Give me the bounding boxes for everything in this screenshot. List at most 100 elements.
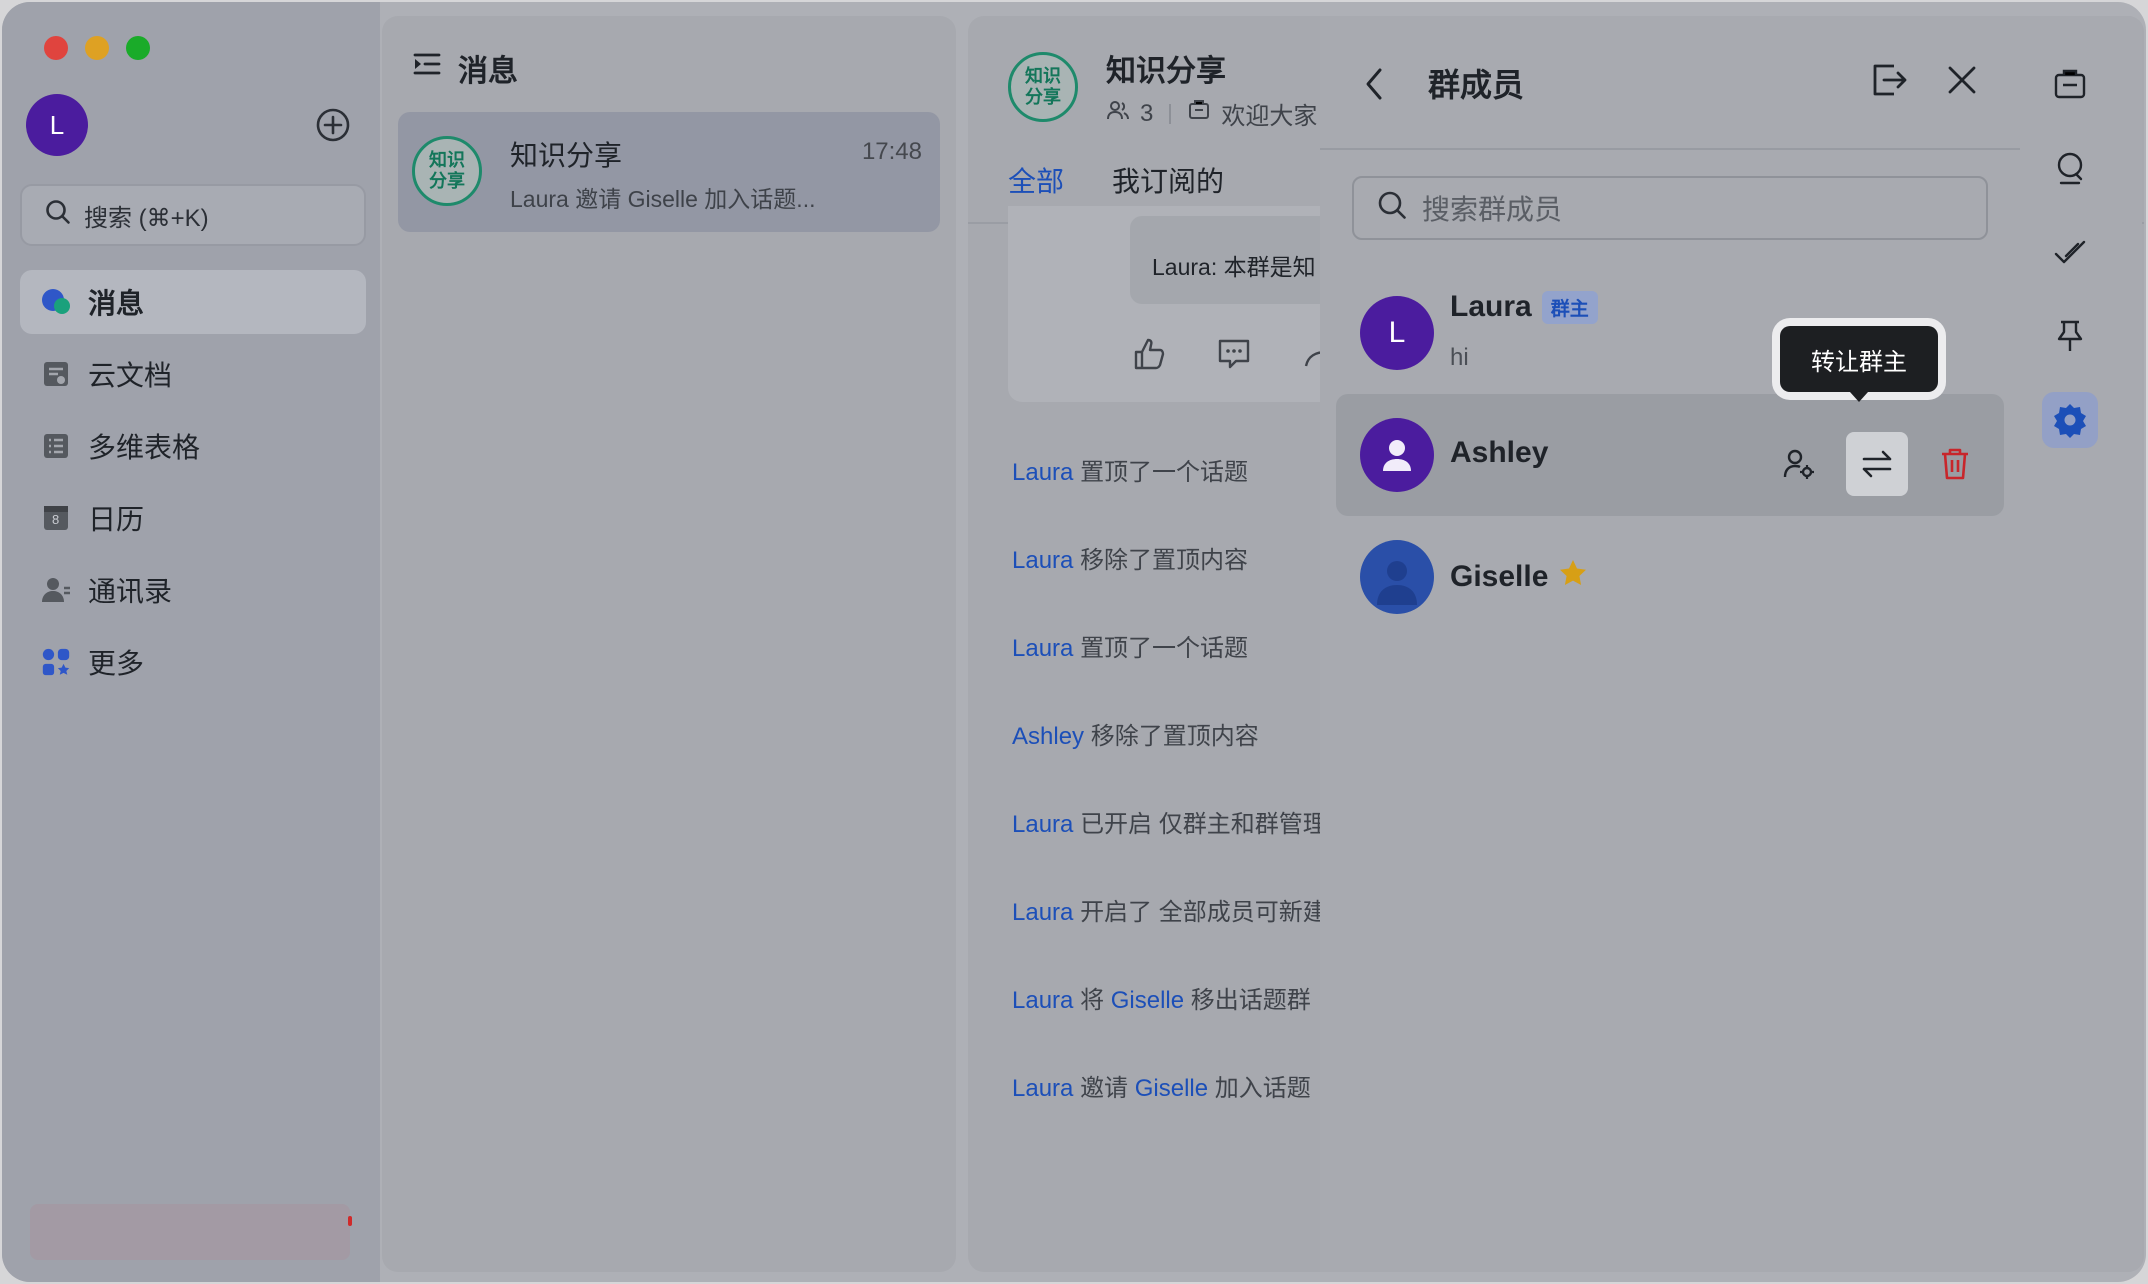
contacts-icon bbox=[40, 574, 72, 606]
sidebar-item-base[interactable]: 多维表格 bbox=[20, 414, 366, 478]
panel-title: 群成员 bbox=[1428, 67, 1525, 103]
member-name: Giselle bbox=[1450, 560, 1549, 593]
event-item: Laura 邀请 Giselle 加入话题 bbox=[1012, 1075, 1311, 1102]
event-user-link[interactable]: Ashley bbox=[1012, 723, 1084, 750]
event-user-link[interactable]: Laura bbox=[1012, 635, 1073, 662]
messages-icon bbox=[40, 286, 72, 318]
member-row-ashley[interactable]: Ashley bbox=[1336, 394, 2004, 516]
pins-rail-button[interactable] bbox=[2042, 308, 2098, 364]
chat-group-avatar[interactable]: 知识 分享 bbox=[1008, 52, 1078, 122]
global-search-input[interactable]: 搜索 (⌘+K) bbox=[20, 184, 366, 246]
sidebar-item-label: 多维表格 bbox=[88, 432, 201, 463]
group-members-panel: 群成员 搜索群成员 L Laura 群主 hi Ashley Giselle 转… bbox=[1320, 16, 2142, 1272]
minimize-window-button[interactable] bbox=[85, 36, 109, 60]
thumbs-up-icon[interactable] bbox=[1132, 336, 1168, 377]
calendar-icon: 8 bbox=[40, 502, 72, 534]
members-icon bbox=[1106, 98, 1130, 129]
message-list-title: 消息 bbox=[458, 55, 518, 88]
delete-member-icon[interactable] bbox=[1930, 439, 1980, 489]
event-user-link[interactable]: Laura bbox=[1012, 899, 1073, 926]
member-name: Laura bbox=[1450, 290, 1532, 323]
avatar: L bbox=[1360, 296, 1434, 370]
search-chat-rail-button[interactable] bbox=[2042, 140, 2098, 196]
set-admin-icon[interactable] bbox=[1774, 439, 1824, 489]
member-row-giselle[interactable]: Giselle bbox=[1336, 516, 2004, 638]
transfer-owner-icon[interactable] bbox=[1846, 432, 1908, 496]
collapse-list-icon[interactable] bbox=[412, 49, 442, 87]
event-item: Laura 移除了置顶内容 bbox=[1012, 547, 1249, 574]
message-list-pane: 消息 知识 分享 知识分享 17:48 Laura 邀请 Giselle 加入话题… bbox=[382, 16, 956, 1272]
event-item: Laura 将 Giselle 移出话题群 bbox=[1012, 987, 1311, 1014]
right-tool-rail bbox=[2042, 56, 2106, 476]
sidebar-nav: 消息 云文档 多维表格 8 日历 通讯录 更多 bbox=[20, 270, 366, 702]
panel-divider bbox=[1320, 148, 2020, 150]
message-list-header: 消息 bbox=[412, 46, 518, 90]
settings-rail-button[interactable] bbox=[2042, 392, 2098, 448]
topic-actions bbox=[1132, 336, 1336, 377]
search-icon bbox=[44, 198, 72, 233]
pin-icon bbox=[2057, 320, 2083, 351]
meta-divider bbox=[1169, 103, 1172, 124]
sidebar-item-docs[interactable]: 云文档 bbox=[20, 342, 366, 406]
chat-item-name: 知识分享 bbox=[510, 140, 623, 171]
person-photo-icon bbox=[1377, 561, 1417, 605]
event-user-link[interactable]: Laura bbox=[1012, 459, 1073, 486]
avatar bbox=[1360, 540, 1434, 614]
announcement-rail-button[interactable] bbox=[2042, 56, 2098, 112]
sidebar-item-messages[interactable]: 消息 bbox=[20, 270, 366, 334]
gear-icon bbox=[2054, 404, 2086, 438]
event-item: Laura 开启了 全部成员可新建 bbox=[1012, 899, 1327, 926]
system-event-list: Laura 置顶了一个话题 Laura 移除了置顶内容 Laura 置顶了一个话… bbox=[1012, 452, 1327, 1156]
search-placeholder: 搜索 (⌘+K) bbox=[84, 204, 209, 232]
add-icon[interactable] bbox=[314, 106, 352, 144]
app-window: L 搜索 (⌘+K) 消息 云文档 多维表格 8 日历 通讯录 更多 消息 知识… bbox=[2, 2, 2146, 1282]
tasks-rail-button[interactable] bbox=[2042, 224, 2098, 280]
event-user-link[interactable]: Laura bbox=[1012, 1075, 1073, 1102]
sidebar-item-more[interactable]: 更多 bbox=[20, 630, 366, 694]
back-icon[interactable] bbox=[1360, 64, 1388, 109]
close-icon[interactable] bbox=[1944, 62, 1980, 103]
event-item: Laura 置顶了一个话题 bbox=[1012, 635, 1249, 662]
announcement-text[interactable]: 欢迎大家 bbox=[1221, 96, 1317, 131]
sidebar: L 搜索 (⌘+K) 消息 云文档 多维表格 8 日历 通讯录 更多 bbox=[2, 2, 380, 1282]
announcement-icon bbox=[1187, 98, 1211, 129]
search-icon bbox=[1376, 189, 1408, 228]
sidebar-item-label: 云文档 bbox=[88, 360, 173, 391]
member-name-row: Giselle bbox=[1450, 558, 1588, 596]
briefcase-icon bbox=[2054, 69, 2086, 99]
event-item: Laura 置顶了一个话题 bbox=[1012, 459, 1249, 486]
person-icon bbox=[1383, 440, 1411, 471]
event-user-link[interactable]: Laura bbox=[1012, 547, 1073, 574]
close-window-button[interactable] bbox=[44, 36, 68, 60]
owner-badge: 群主 bbox=[1541, 290, 1598, 324]
chat-pane: 知识 分享 知识分享 3 欢迎大家 全部 我订阅的 Laura: 本群是知 La… bbox=[968, 16, 2144, 1272]
search-icon bbox=[2057, 152, 2083, 185]
user-avatar[interactable]: L bbox=[26, 94, 88, 156]
event-target-link[interactable]: Giselle bbox=[1135, 1075, 1208, 1102]
exit-group-icon[interactable] bbox=[1868, 60, 1908, 105]
member-name-row: Laura 群主 bbox=[1450, 290, 1598, 324]
maximize-window-button[interactable] bbox=[126, 36, 150, 60]
sidebar-item-calendar[interactable]: 8 日历 bbox=[20, 486, 366, 550]
sidebar-item-label: 更多 bbox=[88, 648, 145, 679]
sidebar-item-label: 消息 bbox=[88, 288, 145, 319]
event-user-link[interactable]: Laura bbox=[1012, 811, 1073, 838]
member-search-input[interactable]: 搜索群成员 bbox=[1352, 176, 1988, 240]
chat-list-item[interactable]: 知识 分享 知识分享 17:48 Laura 邀请 Giselle 加入话题... bbox=[398, 112, 940, 232]
sidebar-item-label: 通讯录 bbox=[88, 576, 173, 607]
chat-item-preview: Laura 邀请 Giselle 加入话题... bbox=[510, 186, 816, 212]
sidebar-item-contacts[interactable]: 通讯录 bbox=[20, 558, 366, 622]
base-table-icon bbox=[40, 430, 72, 462]
member-actions bbox=[1774, 432, 1980, 496]
docs-icon bbox=[40, 358, 72, 390]
calendar-day: 8 bbox=[52, 512, 60, 527]
comment-icon[interactable] bbox=[1216, 336, 1252, 377]
more-apps-icon bbox=[40, 646, 72, 678]
event-user-link[interactable]: Laura bbox=[1012, 987, 1073, 1014]
event-target-link[interactable]: Giselle bbox=[1111, 987, 1184, 1014]
star-icon bbox=[1558, 558, 1588, 596]
transfer-owner-tooltip: 转让群主 bbox=[1780, 326, 1938, 402]
sidebar-footer-banner[interactable] bbox=[30, 1204, 350, 1260]
member-count[interactable]: 3 bbox=[1140, 100, 1153, 128]
member-name: Ashley bbox=[1450, 436, 1549, 469]
